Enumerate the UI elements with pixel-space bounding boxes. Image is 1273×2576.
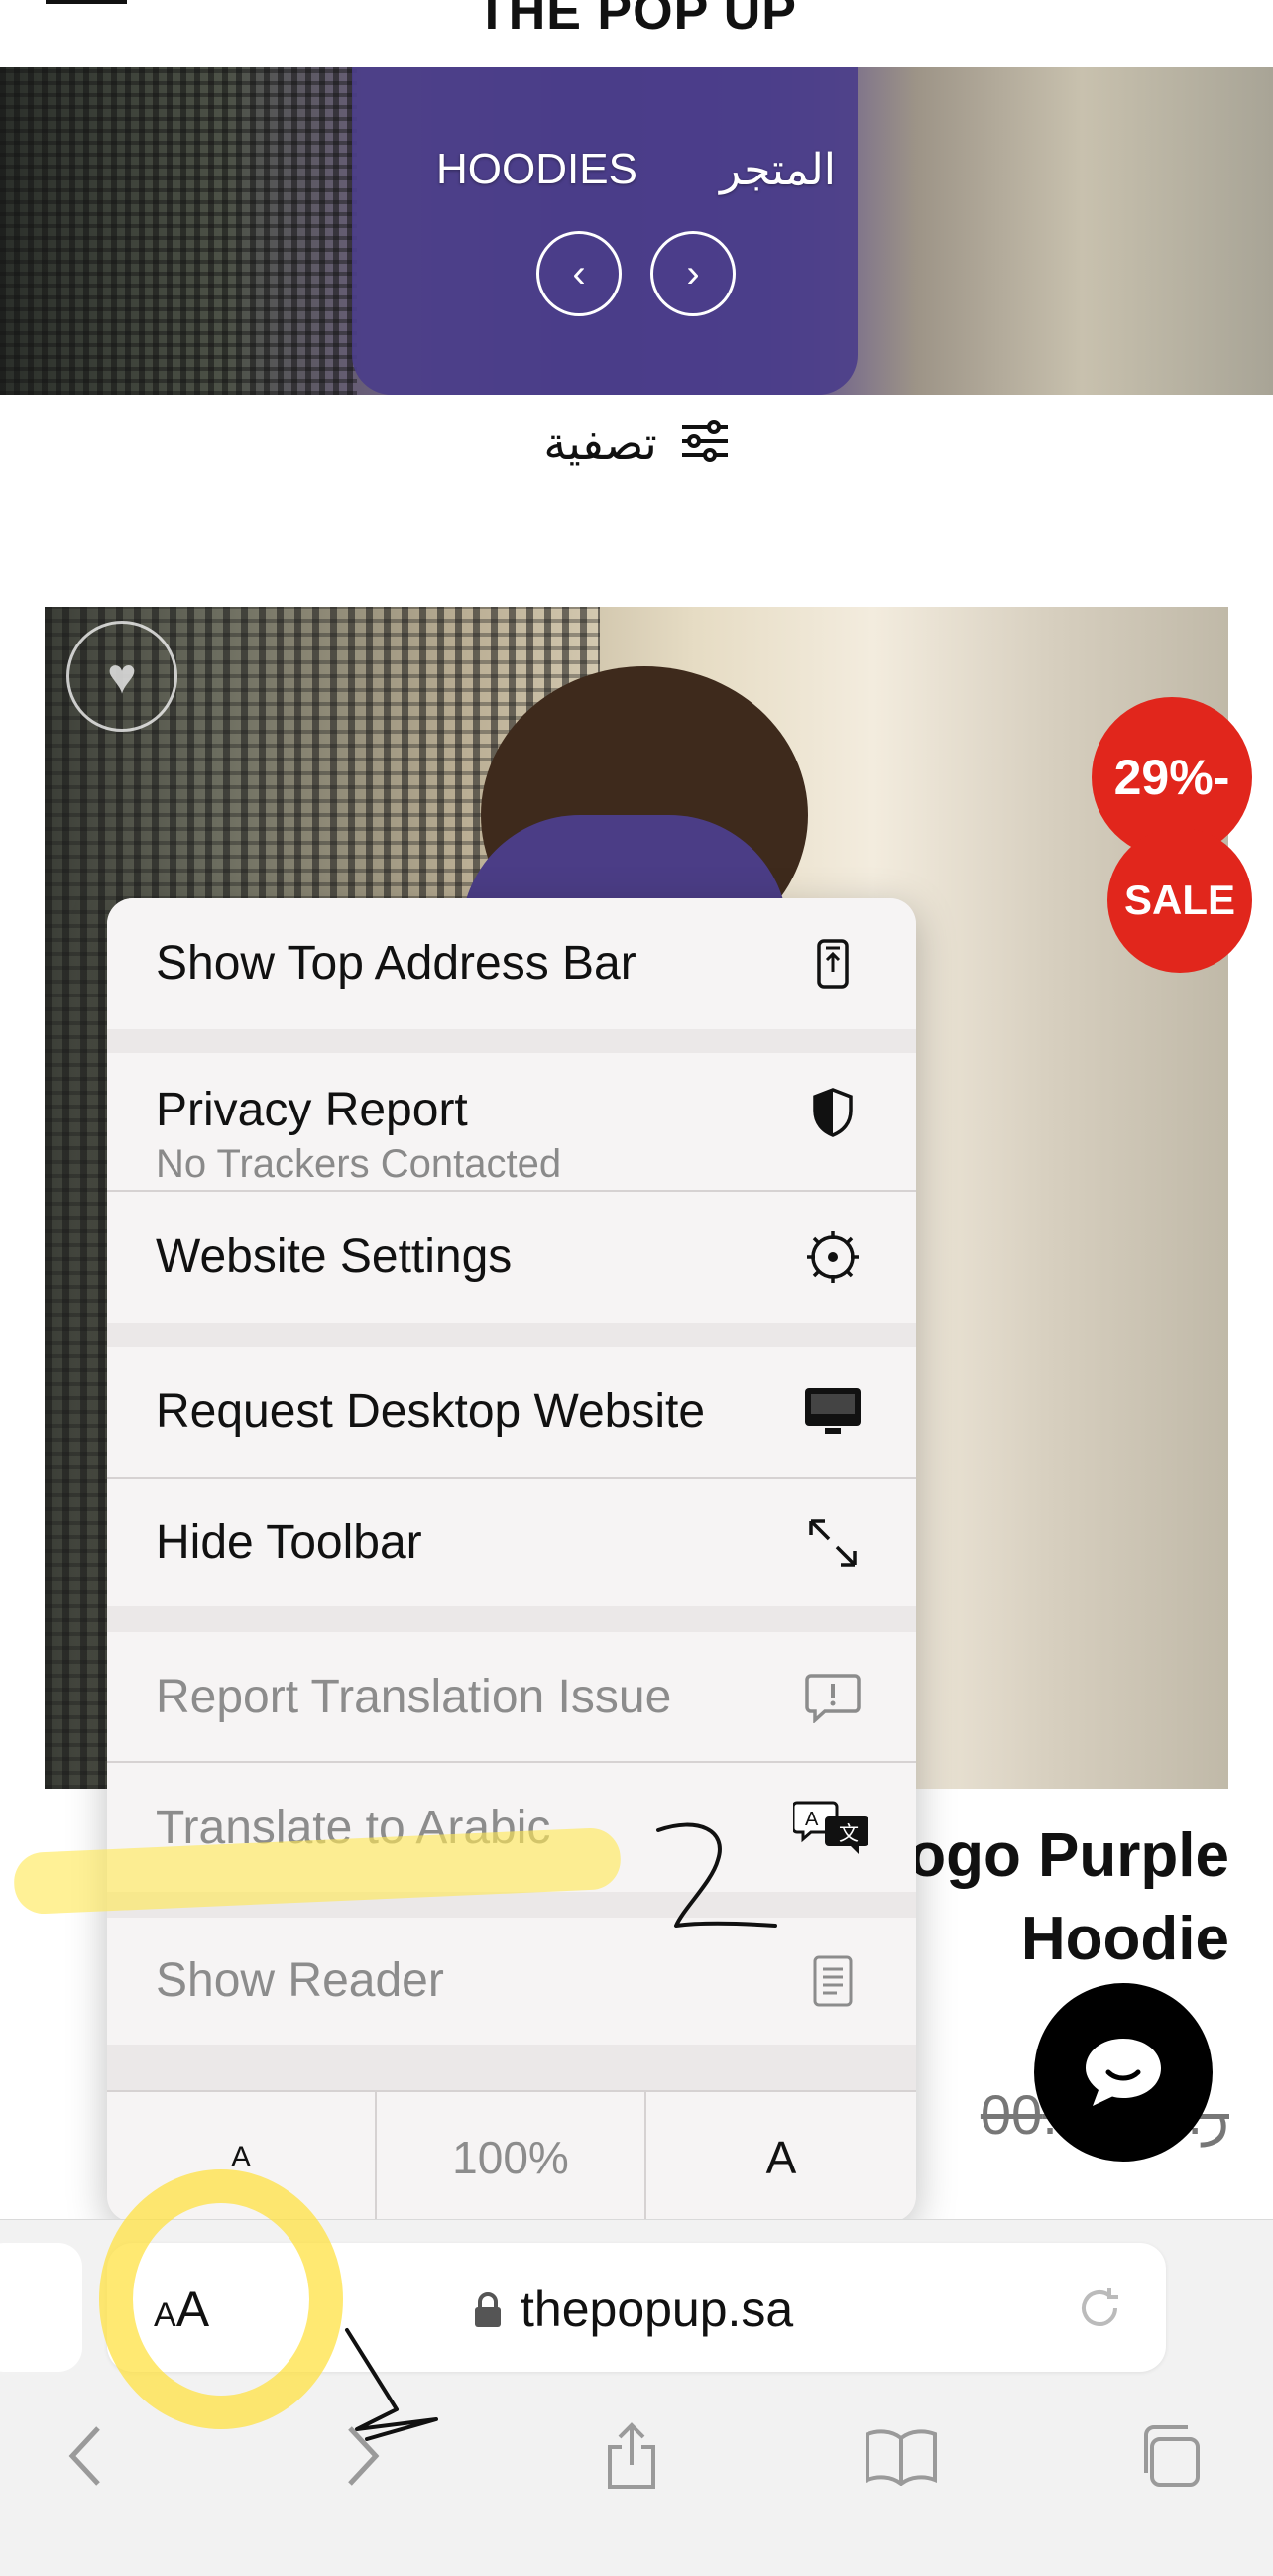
shield-icon [793,1073,872,1152]
brand-logo[interactable]: THE POP UP [0,0,1273,42]
product-title[interactable]: ogo Purple Hoodie [872,1815,1229,1981]
product-title-line2: Hoodie [1020,1905,1229,1973]
zoom-level[interactable]: 100% [377,2092,644,2222]
sliders-icon [680,419,730,474]
menu-item-website-settings[interactable]: Website Settings [107,1192,916,1323]
tabs-icon[interactable] [1124,2411,1214,2501]
product-title-line1: ogo Purple [908,1821,1229,1890]
chat-bubble-icon[interactable] [1034,1983,1213,2162]
back-chevron-icon[interactable] [42,2411,131,2501]
annotation-number-2 [654,1820,783,1940]
bookmarks-icon[interactable] [857,2411,946,2501]
sale-badge: SALE [1107,828,1252,973]
svg-text:文: 文 [839,1822,859,1845]
increase-text-size-button[interactable]: A [646,2092,916,2222]
translate-icon: A文 [793,1789,872,1868]
menu-item-sublabel: No Trackers Contacted [156,1142,562,1186]
reload-icon[interactable] [1072,2281,1127,2341]
menu-item-label: Website Settings [156,1230,513,1283]
reader-icon [793,1941,872,2021]
menu-item-show-top-address-bar[interactable]: Show Top Address Bar [107,898,916,1029]
circle-annotation [99,2169,343,2429]
share-icon[interactable] [587,2411,676,2501]
breadcrumb-store[interactable]: المتجر [720,145,836,195]
menu-item-privacy-report[interactable]: Privacy Report No Trackers Contacted [107,1053,916,1190]
phone-arrow-up-icon [793,924,872,1003]
hero-banner: HOODIES المتجر ‹ › [0,67,1273,395]
filter-button[interactable]: تصفية [0,416,1273,474]
hero-photo-fence [0,67,357,395]
exclamation-bubble-icon [793,1658,872,1737]
desktop-icon [793,1372,872,1452]
menu-item-report-translation-issue[interactable]: Report Translation Issue [107,1632,916,1761]
previous-tab-preview[interactable] [0,2243,82,2372]
expand-arrows-icon [793,1503,872,1582]
hero-prev-button[interactable]: ‹ [536,231,622,316]
site-header: THE POP UP [0,0,1273,68]
menu-item-hide-toolbar[interactable]: Hide Toolbar [107,1479,916,1606]
menu-item-label: Hide Toolbar [156,1516,422,1569]
menu-item-show-reader[interactable]: Show Reader [107,1918,916,2045]
url-text[interactable]: thepopup.sa [521,2281,793,2338]
filter-label: تصفية [543,417,657,469]
hero-photo-hoodie [352,67,858,395]
gear-icon [793,1218,872,1297]
lock-icon [473,2292,503,2333]
menu-item-label: Privacy Report [156,1084,468,1136]
menu-item-request-desktop-website[interactable]: Request Desktop Website [107,1347,916,1477]
svg-text:A: A [805,1809,819,1830]
page-menu: Show Top Address Bar Privacy Report No T… [107,898,916,2222]
menu-item-label: Report Translation Issue [156,1671,672,1723]
menu-item-label: Request Desktop Website [156,1385,706,1438]
hero-next-button[interactable]: › [650,231,736,316]
menu-item-label: Show Top Address Bar [156,937,636,990]
heart-icon[interactable]: ♥ [66,621,177,732]
breadcrumb-category[interactable]: HOODIES [436,145,637,194]
annotation-number-1 [337,2320,446,2454]
menu-item-label: Show Reader [156,1954,444,2007]
